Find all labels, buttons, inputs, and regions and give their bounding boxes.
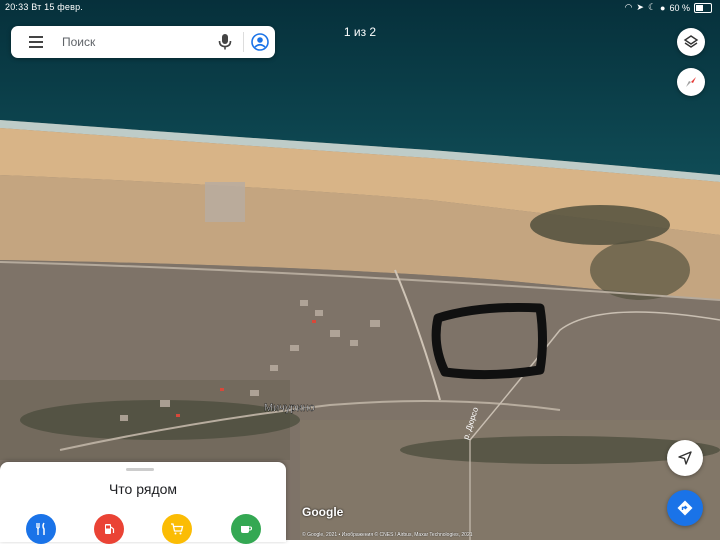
status-time: 20:33 bbox=[5, 2, 29, 12]
imagery-attribution[interactable]: © Google, 2021 • Изображения © CNES / Ai… bbox=[302, 532, 473, 538]
cafe-icon bbox=[241, 526, 253, 533]
wifi-icon: ◠ bbox=[624, 2, 633, 12]
moon-icon: ☾ bbox=[647, 2, 657, 12]
my-location-button[interactable] bbox=[667, 440, 703, 476]
satellite-map[interactable]: Мичурино р. Дюрсо bbox=[0, 0, 720, 540]
account-icon[interactable] bbox=[251, 33, 269, 51]
battery-percent: 60 % bbox=[669, 2, 690, 13]
compass-icon bbox=[686, 77, 696, 87]
restaurants-icon bbox=[36, 522, 45, 535]
search-input[interactable]: Поиск bbox=[62, 35, 95, 49]
google-logo: Google bbox=[302, 505, 344, 519]
status-date: Вт 15 февр. bbox=[31, 2, 83, 12]
status-bar: 20:33 Вт 15 февр. ◠ ➤ ☾ ● 60 % bbox=[0, 0, 720, 14]
battery-icon bbox=[694, 2, 712, 13]
nearby-sheet[interactable]: Что рядом bbox=[0, 462, 286, 544]
navigation-arrow-icon bbox=[678, 451, 692, 465]
gas-station-icon bbox=[105, 524, 115, 534]
layers-icon bbox=[683, 35, 699, 48]
location-status-icon: ➤ bbox=[636, 2, 644, 12]
directions-button[interactable] bbox=[667, 490, 703, 526]
sheet-drag-handle[interactable] bbox=[126, 468, 154, 471]
lock-icon: ● bbox=[660, 2, 666, 13]
directions-icon bbox=[677, 500, 693, 516]
search-bar[interactable]: Поиск bbox=[11, 26, 275, 58]
photo-pager: 1 из 2 bbox=[343, 25, 377, 39]
compass-button[interactable] bbox=[677, 68, 705, 96]
nearby-title: Что рядом bbox=[108, 481, 178, 497]
shopping-cart-icon bbox=[171, 523, 184, 535]
menu-icon[interactable] bbox=[29, 36, 43, 48]
village-label: Мичурино bbox=[264, 402, 315, 414]
layers-button[interactable] bbox=[677, 28, 705, 56]
microphone-icon[interactable] bbox=[217, 33, 233, 51]
